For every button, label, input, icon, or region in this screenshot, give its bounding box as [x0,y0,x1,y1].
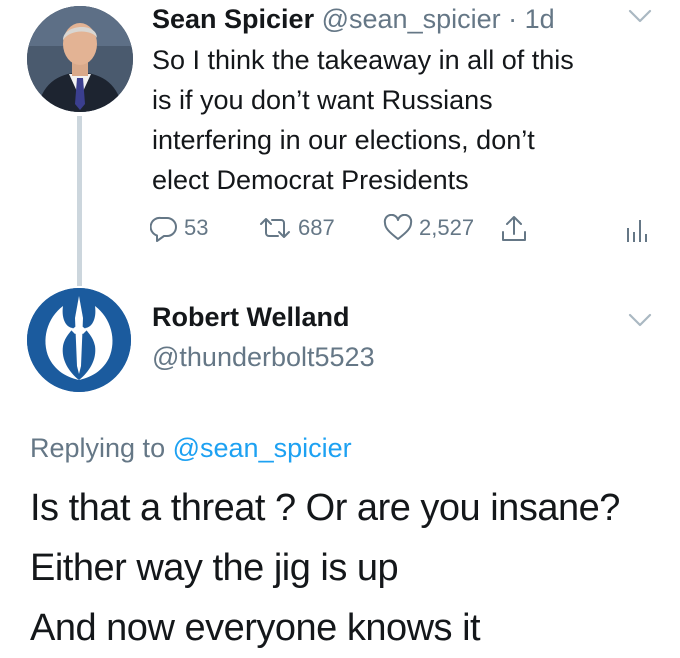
replying-to-mention[interactable]: @sean_spicier [173,433,352,463]
replying-to: Replying to @sean_spicier [30,430,352,466]
tweet-text-line: interfering in our elections, don’t [152,125,535,155]
tweet-text-line: is if you don’t want Russians [152,85,493,115]
reply-text-line: Either way the jig is up [30,547,399,589]
avatar-photo [27,6,133,112]
chevron-down-icon[interactable] [628,8,652,29]
chevron-down-icon[interactable] [628,312,652,333]
reply-text-line: Is that a threat ? Or are you insane? [30,487,620,529]
avatar[interactable] [27,288,131,392]
share-button[interactable] [500,214,528,244]
analytics-icon [624,214,648,244]
author-name[interactable]: Sean Spicier [152,4,314,34]
analytics-button[interactable] [624,214,648,244]
heart-icon [383,214,413,242]
reply-text-line: And now everyone knows it [30,607,481,649]
thread-connector-line [77,116,82,286]
reply-text: Is that a threat ? Or are you insane? Ei… [30,478,620,658]
tweet-header: Sean Spicier @sean_spicier · 1d [152,2,555,36]
tweet-timestamp[interactable]: 1d [525,4,555,34]
share-icon [500,214,528,244]
retweet-count: 687 [298,215,335,240]
author-handle[interactable]: @sean_spicier [322,4,501,34]
replying-to-label: Replying to [30,433,166,463]
tweet-text-line: elect Democrat Presidents [152,165,469,195]
separator-dot: · [508,4,518,34]
retweet-button[interactable]: 687 [258,214,335,242]
tweet-text-line: So I think the takeaway in all of this [152,45,574,75]
tweet-text: So I think the takeaway in all of this i… [152,40,652,200]
rebel-alliance-icon [27,288,131,392]
reply-count: 53 [184,215,209,240]
avatar[interactable] [27,6,133,112]
like-button[interactable]: 2,527 [383,214,474,242]
reply-button[interactable]: 53 [150,214,208,242]
retweet-icon [258,214,292,242]
like-count: 2,527 [419,215,475,240]
reply-author-handle[interactable]: @thunderbolt5523 [152,339,375,375]
reply-author-name[interactable]: Robert Welland [152,299,350,335]
reply-icon [150,214,178,242]
